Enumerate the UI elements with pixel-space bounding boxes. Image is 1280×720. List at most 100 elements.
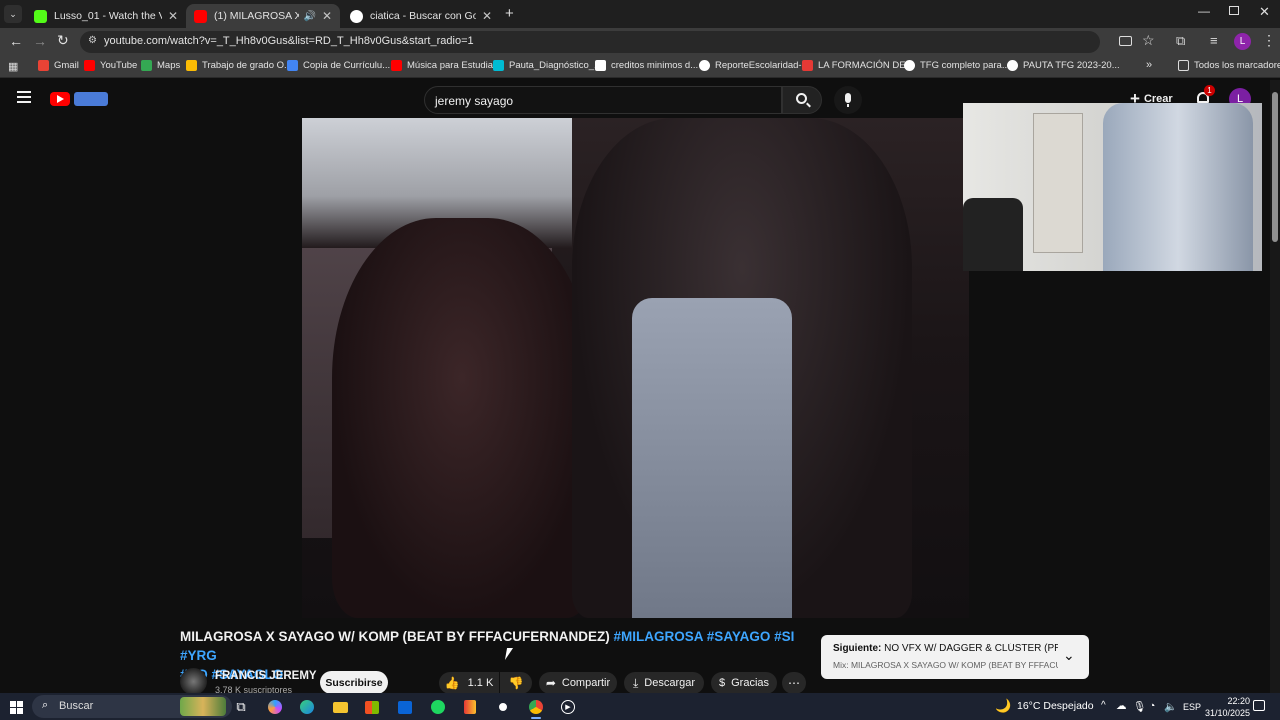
bookmark-maps[interactable]: Maps bbox=[141, 60, 180, 71]
classroom-icon bbox=[493, 60, 504, 71]
next-up-card[interactable]: Siguiente: NO VFX W/ DAGGER & CLÚSTER (P… bbox=[821, 635, 1089, 679]
pip-person bbox=[1103, 103, 1253, 271]
more-bookmarks-icon[interactable]: » bbox=[1146, 59, 1152, 71]
voice-search-button[interactable] bbox=[834, 86, 862, 114]
file-explorer-icon[interactable] bbox=[330, 697, 350, 717]
minimize-button[interactable]: — bbox=[1198, 4, 1210, 18]
new-tab-button[interactable]: + bbox=[505, 5, 514, 22]
bookmark-gmail[interactable]: Gmail bbox=[38, 60, 79, 71]
microphone-tray-icon[interactable]: 🎙 bbox=[1133, 700, 1146, 713]
taskbar-search-box[interactable]: ⌕ Buscar bbox=[32, 695, 232, 718]
bookmarks-bar: ▦ Gmail YouTube Maps Trabajo de grado O.… bbox=[0, 56, 1280, 78]
page-scrollbar[interactable] bbox=[1270, 80, 1280, 693]
clock-time: 22:20 bbox=[1227, 696, 1250, 706]
video-player[interactable]: 99 77 bbox=[302, 118, 969, 618]
search-icon: ⌕ bbox=[42, 699, 49, 711]
site-info-icon[interactable]: ⚙ bbox=[88, 35, 97, 46]
media-player-icon[interactable]: ▶ bbox=[558, 697, 578, 717]
bookmark-musica[interactable]: Música para Estudia... bbox=[391, 60, 501, 71]
task-view-icon[interactable]: ⧉ bbox=[231, 697, 251, 717]
more-actions-button[interactable]: ⋯ bbox=[782, 672, 806, 694]
bookmark-star-icon[interactable]: ☆ bbox=[1142, 32, 1155, 49]
weather-icon[interactable]: 🌙 bbox=[995, 698, 1011, 714]
copilot-icon[interactable] bbox=[265, 697, 285, 717]
back-arrow-icon[interactable]: ← bbox=[9, 33, 23, 49]
search-icon bbox=[796, 93, 807, 104]
bookmark-youtube[interactable]: YouTube bbox=[84, 60, 137, 71]
pip-camera-overlay[interactable] bbox=[963, 103, 1262, 271]
scrollbar-thumb[interactable] bbox=[1272, 92, 1278, 242]
tab-strip: ⌄ Lusso_01 - Watch the VOD on K ✕ (1) MI… bbox=[0, 0, 1280, 28]
github-icon[interactable] bbox=[493, 697, 513, 717]
youtube-icon bbox=[391, 60, 402, 71]
dislike-button[interactable]: 👎 bbox=[500, 672, 532, 694]
person-left-silhouette bbox=[332, 218, 592, 618]
chevron-down-icon[interactable]: ⌄ bbox=[1063, 647, 1075, 664]
weather-text[interactable]: 16°C Despejado bbox=[1017, 700, 1094, 712]
subscribe-button[interactable]: Suscribirse bbox=[320, 671, 388, 694]
volume-icon[interactable]: 🔈 bbox=[1164, 700, 1177, 713]
next-up-video-title: NO VFX W/ DAGGER & CLÚSTER (PROD.... bbox=[884, 643, 1058, 654]
outlook-icon[interactable] bbox=[395, 697, 415, 717]
taskbar-search-label: Buscar bbox=[59, 700, 94, 712]
close-icon[interactable]: ✕ bbox=[482, 9, 492, 23]
channel-avatar[interactable] bbox=[180, 668, 207, 695]
search-query-text: jeremy sayago bbox=[435, 94, 514, 108]
tab-google-search[interactable]: ciatica - Buscar con Google ✕ bbox=[342, 4, 500, 28]
thanks-button[interactable]: $ Gracias bbox=[711, 672, 777, 694]
cast-icon[interactable] bbox=[1119, 36, 1132, 46]
hamburger-menu-icon[interactable] bbox=[17, 91, 31, 103]
bookmark-creditos[interactable]: creditos minimos d... bbox=[595, 60, 698, 71]
search-button[interactable] bbox=[782, 86, 822, 114]
notification-center-icon[interactable] bbox=[1253, 700, 1265, 711]
network-icon[interactable]: ◔ bbox=[1149, 700, 1155, 712]
bookmark-formacion[interactable]: LA FORMACIÓN DE... bbox=[802, 60, 914, 71]
search-input[interactable]: jeremy sayago bbox=[424, 86, 782, 114]
apps-grid-icon[interactable]: ▦ bbox=[8, 60, 18, 73]
cloud-icon bbox=[595, 60, 606, 71]
bookmark-pauta-tfg[interactable]: PAUTA TFG 2023-20... bbox=[1007, 60, 1120, 71]
clock[interactable]: 22:20 31/10/2025 bbox=[1200, 695, 1250, 719]
all-bookmarks[interactable]: Todos los marcadores bbox=[1178, 60, 1280, 71]
windows-start-icon[interactable] bbox=[6, 697, 26, 717]
edge-icon[interactable] bbox=[297, 697, 317, 717]
bookmark-tfg[interactable]: TFG completo para... bbox=[904, 60, 1010, 71]
bookmark-curriculum[interactable]: Copia de Currículu... bbox=[287, 60, 390, 71]
media-control-icon[interactable]: ≡ bbox=[1210, 33, 1218, 48]
url-text: youtube.com/watch?v=_T_Hh8v0Gus&list=RD_… bbox=[104, 35, 474, 47]
forward-arrow-icon[interactable]: → bbox=[33, 33, 47, 49]
speaker-icon[interactable]: 🔊 bbox=[303, 11, 315, 22]
youtube-favicon-icon bbox=[194, 9, 207, 23]
tray-overflow-icon[interactable]: ^ bbox=[1101, 700, 1106, 711]
notification-badge: 1 bbox=[1204, 85, 1215, 96]
bookmark-pauta-diagnostico[interactable]: Pauta_Diagnóstico_... bbox=[493, 60, 602, 71]
like-button[interactable]: 👍 1.1 K bbox=[439, 672, 499, 694]
restore-button[interactable] bbox=[1229, 6, 1239, 15]
video-title-main: MILAGROSA X SAYAGO W/ KOMP (BEAT BY FFFA… bbox=[180, 629, 610, 644]
address-bar[interactable]: ⚙ youtube.com/watch?v=_T_Hh8v0Gus&list=R… bbox=[80, 31, 1100, 53]
spotify-icon[interactable] bbox=[428, 697, 448, 717]
reload-icon[interactable]: ↻ bbox=[57, 32, 69, 49]
channel-name[interactable]: FRANCIS JEREMY bbox=[215, 670, 317, 682]
tab-kick-vod[interactable]: Lusso_01 - Watch the VOD on K ✕ bbox=[26, 4, 186, 28]
bookmark-trabajo[interactable]: Trabajo de grado O... bbox=[186, 60, 292, 71]
app-icon[interactable] bbox=[460, 697, 480, 717]
onedrive-icon[interactable]: ☁ bbox=[1116, 700, 1127, 712]
chrome-icon[interactable] bbox=[526, 697, 546, 717]
tab-title: Lusso_01 - Watch the VOD on K bbox=[54, 10, 162, 22]
next-up-mix-text: Mix: MILAGROSA X SAYAGO W/ KOMP (BEAT BY… bbox=[833, 660, 1058, 670]
extensions-icon[interactable]: ⧉ bbox=[1176, 33, 1185, 49]
tab-youtube-video[interactable]: (1) MILAGROSA X SAYAGO 🔊 ✕ bbox=[186, 4, 340, 28]
share-button[interactable]: ➦ Compartir bbox=[539, 672, 617, 694]
youtube-logo[interactable] bbox=[50, 91, 108, 107]
profile-avatar[interactable]: L bbox=[1234, 33, 1251, 50]
close-icon[interactable]: ✕ bbox=[322, 9, 332, 23]
tab-search-button[interactable]: ⌄ bbox=[4, 5, 22, 23]
close-icon[interactable]: ✕ bbox=[168, 9, 178, 23]
language-indicator[interactable]: ESP bbox=[1183, 702, 1201, 712]
menu-dots-icon[interactable]: ⋮ bbox=[1262, 32, 1276, 49]
microsoft-store-icon[interactable] bbox=[362, 697, 382, 717]
bookmark-reporte[interactable]: ReporteEscolaridad-... bbox=[699, 60, 810, 71]
window-close-button[interactable]: ✕ bbox=[1259, 4, 1270, 20]
download-button[interactable]: ⤓ Descargar bbox=[624, 672, 704, 694]
